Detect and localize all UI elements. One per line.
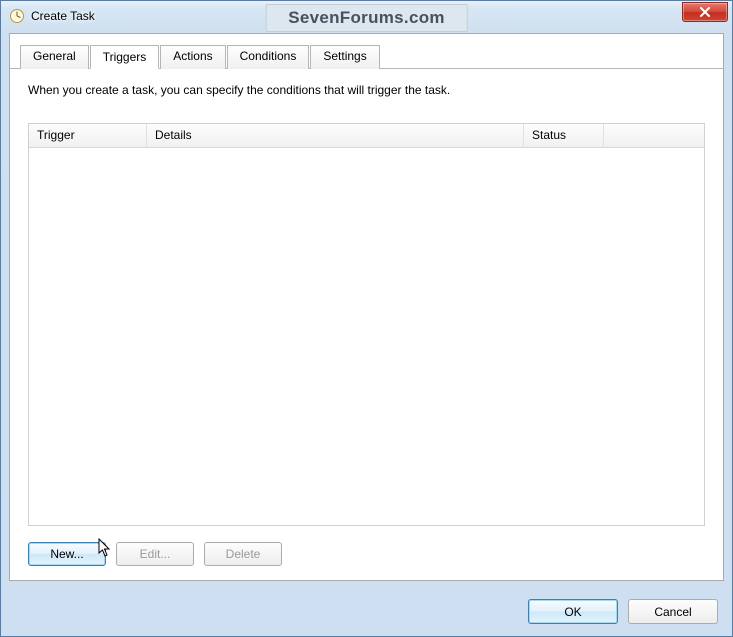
tab-triggers[interactable]: Triggers <box>90 45 160 69</box>
edit-button: Edit... <box>116 542 194 566</box>
column-status[interactable]: Status <box>524 124 604 148</box>
tab-conditions[interactable]: Conditions <box>227 45 310 69</box>
column-details[interactable]: Details <box>147 124 524 148</box>
cancel-button[interactable]: Cancel <box>628 599 718 624</box>
create-task-window: Create Task SevenForums.com General Trig… <box>0 0 733 637</box>
dialog-footer: OK Cancel <box>1 589 732 636</box>
ok-button[interactable]: OK <box>528 599 618 624</box>
tab-strip: General Triggers Actions Conditions Sett… <box>10 34 723 69</box>
column-trigger[interactable]: Trigger <box>29 124 147 148</box>
tab-actions[interactable]: Actions <box>160 45 225 69</box>
panel-description: When you create a task, you can specify … <box>28 83 705 97</box>
titlebar: Create Task SevenForums.com <box>1 1 732 31</box>
close-button[interactable] <box>682 2 728 22</box>
window-title: Create Task <box>31 9 95 23</box>
new-button[interactable]: New... <box>28 542 106 566</box>
watermark: SevenForums.com <box>265 4 468 32</box>
triggers-table[interactable]: Trigger Details Status <box>28 123 705 526</box>
content-area: General Triggers Actions Conditions Sett… <box>9 33 724 581</box>
task-scheduler-icon <box>9 8 25 24</box>
column-spacer <box>604 124 704 148</box>
delete-button: Delete <box>204 542 282 566</box>
tab-general[interactable]: General <box>20 45 89 69</box>
table-body <box>29 148 704 525</box>
tab-settings[interactable]: Settings <box>310 45 379 69</box>
triggers-panel: When you create a task, you can specify … <box>10 69 723 580</box>
table-header: Trigger Details Status <box>29 124 704 148</box>
triggers-actions: New... Edit... Delete <box>28 526 705 566</box>
